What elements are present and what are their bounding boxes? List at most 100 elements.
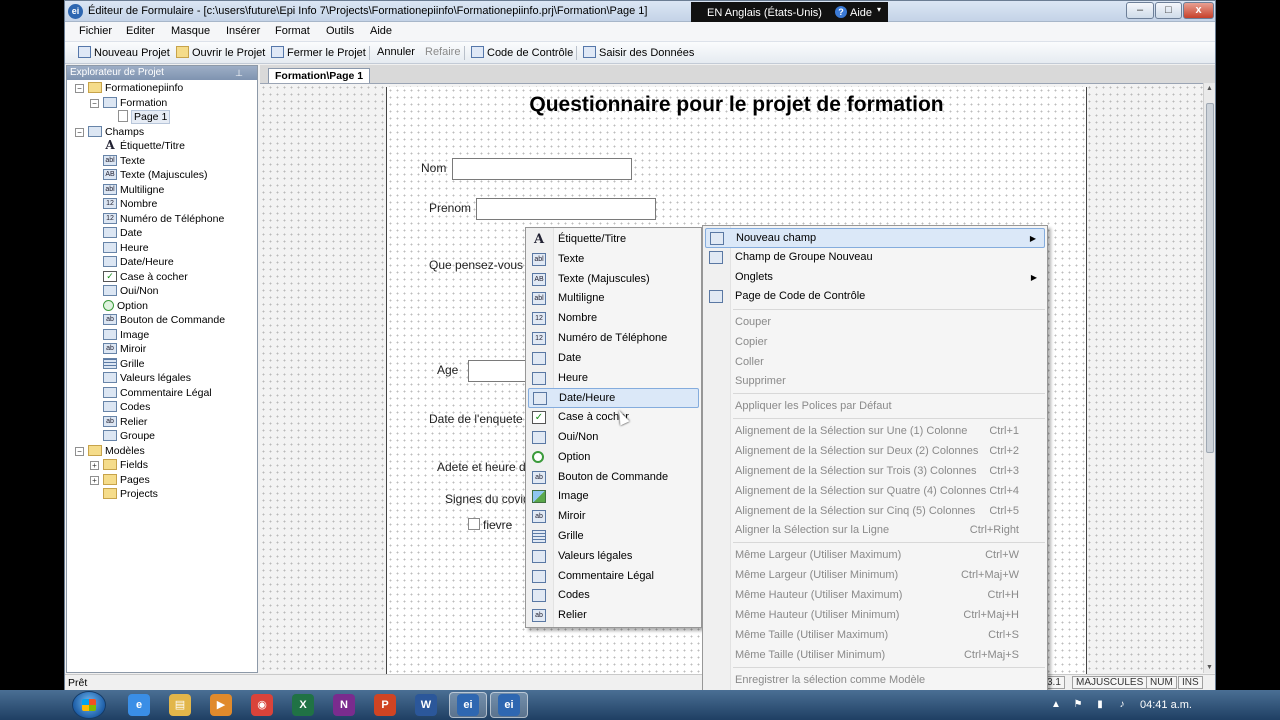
internet-explorer-icon[interactable]: e (127, 693, 151, 717)
title-bar[interactable]: ei Éditeur de Formulaire - [c:\users\fut… (65, 1, 1215, 23)
volume-icon[interactable]: ♪ (1116, 699, 1128, 711)
context-menu-item[interactable]: Alignement de la Sélection sur Quatre (4… (705, 482, 1045, 502)
tree-item[interactable]: − Modèles (75, 444, 145, 458)
tree-item[interactable]: − Formationepiinfo (75, 81, 183, 95)
language-label[interactable]: EN Anglais (États-Unis) (707, 7, 822, 19)
field-menu-item[interactable]: Date (528, 349, 699, 369)
expand-icon[interactable]: + (90, 475, 99, 485)
field-menu-item[interactable]: abl Multiligne (528, 289, 699, 309)
label-signes-covid[interactable]: Signes du covid (445, 492, 530, 506)
tree-item[interactable]: Date (90, 226, 142, 240)
menu-format[interactable]: Format (275, 25, 310, 37)
field-menu-item[interactable]: ab Miroir (528, 507, 699, 527)
field-menu-item[interactable]: ab Bouton de Commande (528, 468, 699, 488)
menu-inserer[interactable]: Insérer (226, 25, 260, 37)
label-que-pensez-vous[interactable]: Que pensez-vous d (429, 258, 533, 272)
context-menu-item[interactable]: Enregistrer la sélection comme Modèle (705, 671, 1045, 691)
scroll-up-icon[interactable]: ▲ (1206, 85, 1213, 92)
help-label[interactable]: Aide (850, 7, 872, 19)
undo-button[interactable]: Annuler (377, 46, 415, 58)
tree-item[interactable]: + Pages (90, 473, 150, 487)
tree-item[interactable]: Valeurs légales (90, 371, 191, 385)
tree-item[interactable]: A Étiquette/Titre (90, 139, 185, 153)
scrollbar-thumb[interactable] (1206, 103, 1214, 453)
prenom-field[interactable] (476, 198, 656, 220)
field-menu-item[interactable]: Oui/Non (528, 428, 699, 448)
field-menu-item[interactable]: Option (528, 448, 699, 468)
powerpoint-icon[interactable]: P (373, 693, 397, 717)
field-menu-item[interactable]: A Étiquette/Titre (528, 230, 699, 250)
epi-info-icon[interactable]: ei (449, 692, 487, 718)
field-menu-item[interactable]: abl Texte (528, 250, 699, 270)
action-center-icon[interactable]: ⚑ (1072, 699, 1084, 711)
tree-item[interactable]: Image (90, 328, 149, 342)
label-age[interactable]: Age (437, 363, 458, 377)
nom-field[interactable] (452, 158, 632, 180)
expand-icon[interactable]: + (90, 461, 99, 470)
label-fievre[interactable]: fievre (483, 518, 512, 532)
epi-info-form-designer-icon[interactable]: ei (490, 692, 528, 718)
tree-item[interactable]: ab Relier (90, 415, 147, 429)
collapse-icon[interactable]: − (90, 98, 99, 108)
close-button[interactable]: x (1183, 2, 1214, 19)
context-menu-item[interactable]: Même Hauteur (Utiliser Minimum) Ctrl+Maj+… (705, 606, 1045, 626)
tree-item[interactable]: AB Texte (Majuscules) (90, 168, 208, 182)
tree-item[interactable]: − Formation (90, 96, 167, 110)
field-menu-item[interactable]: Date/Heure (528, 388, 699, 409)
field-menu-item[interactable]: 12 Nombre (528, 309, 699, 329)
collapse-icon[interactable]: − (75, 127, 84, 137)
tray-expand-icon[interactable]: ▲ (1050, 699, 1062, 711)
context-menu-item[interactable]: Alignement de la Sélection sur Trois (3)… (705, 462, 1045, 482)
context-menu-item[interactable]: Onglets ▶ (705, 268, 1045, 288)
context-menu-item[interactable]: Appliquer les Polices par Défaut (705, 397, 1045, 417)
tree-item[interactable]: Groupe (90, 429, 155, 443)
field-menu-item[interactable]: ab Relier (528, 606, 699, 626)
field-menu-item[interactable]: Heure (528, 369, 699, 389)
field-menu-item[interactable]: Commentaire Légal (528, 567, 699, 587)
tree-item[interactable]: 12 Numéro de Téléphone (90, 212, 224, 226)
tree-item[interactable]: abl Texte (90, 154, 145, 168)
tree-item[interactable]: Date/Heure (90, 255, 174, 269)
context-menu-item[interactable]: Même Largeur (Utiliser Maximum) Ctrl+W (705, 546, 1045, 566)
field-menu-item[interactable]: AB Texte (Majuscules) (528, 270, 699, 290)
context-menu-item[interactable]: Alignement de la Sélection sur Une (1) C… (705, 422, 1045, 442)
menu-fichier[interactable]: Fichier (79, 25, 112, 37)
form-title[interactable]: Questionnaire pour le projet de formatio… (387, 93, 1086, 117)
context-menu-item[interactable]: Alignement de la Sélection sur Deux (2) … (705, 442, 1045, 462)
tree-item[interactable]: ab Bouton de Commande (90, 313, 225, 327)
fievre-checkbox[interactable] (468, 518, 480, 530)
age-field[interactable] (468, 360, 528, 382)
media-player-icon[interactable]: ▶ (209, 693, 233, 717)
context-menu-item[interactable]: Même Taille (Utiliser Maximum) Ctrl+S (705, 626, 1045, 646)
label-nom[interactable]: Nom (421, 161, 446, 175)
chevron-down-icon[interactable]: ▾ (877, 5, 881, 14)
field-menu-item[interactable]: Grille (528, 527, 699, 547)
tree-item[interactable]: ✓ Case à cocher (90, 270, 188, 284)
tree-item[interactable]: + Fields (90, 458, 148, 472)
clock[interactable]: 04:41 a.m. (1140, 699, 1192, 711)
tree-item[interactable]: Codes (90, 400, 150, 414)
tree-item[interactable]: abl Multiligne (90, 183, 164, 197)
tree-item[interactable]: Option (90, 299, 148, 313)
tab-formation-page-1[interactable]: Formation\Page 1 (268, 68, 371, 83)
file-explorer-icon[interactable]: ▤ (168, 693, 192, 717)
network-icon[interactable]: ▮ (1094, 699, 1106, 711)
redo-button[interactable]: Refaire (425, 46, 460, 58)
chrome-icon[interactable]: ◉ (250, 693, 274, 717)
vertical-scrollbar[interactable]: ▲ ▼ (1203, 83, 1215, 673)
scroll-down-icon[interactable]: ▼ (1206, 664, 1213, 671)
field-menu-item[interactable]: Image (528, 487, 699, 507)
close-project-button[interactable]: Fermer le Projet (271, 46, 366, 59)
field-menu-item[interactable]: ✓ Case à cocher (528, 408, 699, 428)
open-project-button[interactable]: Ouvrir le Projet (176, 46, 265, 59)
context-menu-item[interactable]: Alignement de la Sélection sur Cinq (5) … (705, 502, 1045, 522)
context-menu-item[interactable]: Supprimer (705, 372, 1045, 392)
language-bar[interactable]: EN Anglais (États-Unis) ? Aide ▾ (691, 2, 888, 23)
field-menu-item[interactable]: 12 Numéro de Téléphone (528, 329, 699, 349)
pin-icon[interactable]: ⊥ (235, 66, 243, 80)
context-menu-item[interactable]: Page de Code de Contrôle (705, 287, 1045, 307)
tree-item[interactable]: Grille (90, 357, 145, 371)
label-prenom[interactable]: Prenom (429, 201, 471, 215)
collapse-icon[interactable]: − (75, 446, 84, 456)
tree-item[interactable]: Oui/Non (90, 284, 159, 298)
